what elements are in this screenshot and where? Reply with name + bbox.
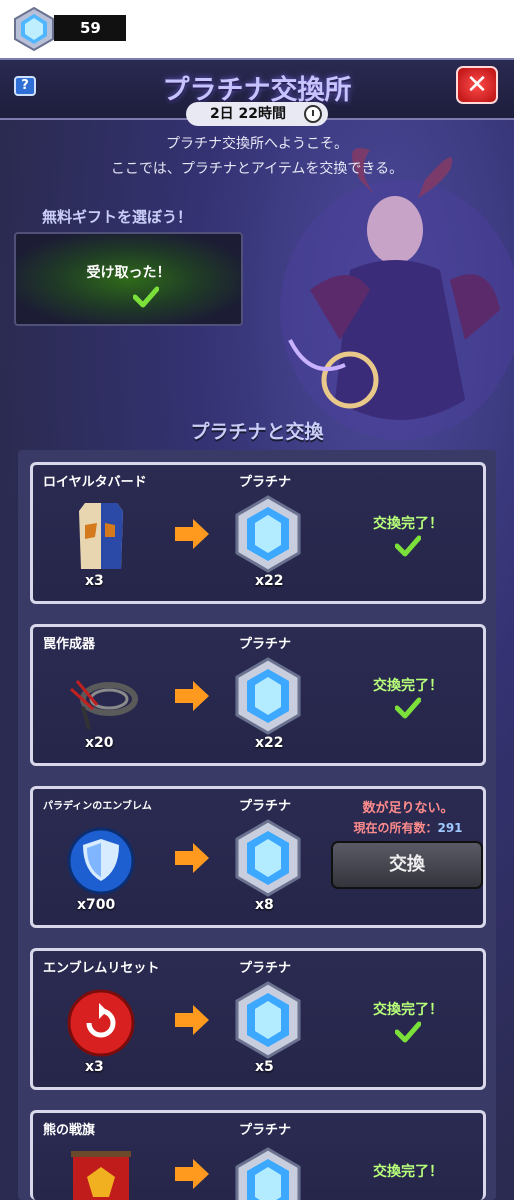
exchange-button[interactable]: 交換: [331, 841, 483, 889]
check-icon: [133, 286, 159, 308]
item-name: パラディンのエンブレム: [43, 801, 152, 812]
exchange-status: 交換完了！: [373, 1002, 443, 1018]
reward-name: プラチナ: [239, 637, 292, 652]
exchange-status: 交換完了！: [373, 1164, 443, 1180]
free-gift-label: 無料ギフトを選ぼう！: [42, 208, 193, 226]
welcome-line-1: プラチナ交換所へようこそ。: [166, 136, 348, 152]
check-icon: [395, 535, 421, 557]
trap-maker-icon: [69, 680, 138, 730]
item-name: 熊の戦旗: [43, 1123, 96, 1138]
section-title: プラチナと交換: [190, 421, 324, 443]
tabard-icon: [79, 503, 123, 569]
close-button[interactable]: ✕: [456, 66, 498, 104]
output-quantity: x22: [255, 573, 284, 589]
event-timer: 2日 22時間: [186, 102, 328, 126]
emblem-reset-icon: [67, 989, 135, 1057]
owned-value: 291: [437, 821, 463, 835]
bear-banner-icon: [71, 1151, 131, 1200]
arrow-right-icon: [175, 1005, 209, 1035]
hero-portrait: [280, 148, 514, 440]
input-quantity: x3: [85, 1059, 104, 1075]
output-quantity: x22: [255, 735, 284, 751]
output-quantity: x5: [255, 1059, 274, 1075]
clock-icon: [304, 105, 322, 123]
platinum-gem-icon: [235, 495, 301, 573]
arrow-right-icon: [175, 519, 209, 549]
check-icon: [395, 1021, 421, 1043]
exchange-row-bear-banner: 熊の戦旗 プラチナ 交換完了！: [30, 1110, 486, 1200]
platinum-gem-icon: [235, 981, 301, 1059]
free-gift-box[interactable]: 受け取った！: [14, 232, 243, 326]
reward-name: プラチナ: [239, 1123, 292, 1138]
exchange-row-paladin-emblem: パラディンのエンブレム プラチナ x700 x8 数が足りない。 現在の所有数：…: [30, 786, 486, 928]
timer-text: 2日 22時間: [209, 106, 287, 122]
item-name: ロイヤルタバード: [43, 475, 147, 490]
welcome-line-2: ここでは、プラチナとアイテムを交換できる。: [110, 161, 404, 177]
input-quantity: x3: [85, 573, 104, 589]
exchange-status: 交換完了！: [373, 516, 443, 532]
input-quantity: x700: [77, 897, 116, 913]
exchange-status: 交換完了！: [373, 678, 443, 694]
free-gift-status: 受け取った！: [86, 265, 171, 281]
exchange-row-emblem-reset: エンブレムリセット プラチナ x3 x5 交換完了！: [30, 948, 486, 1090]
item-name: 罠作成器: [43, 637, 96, 652]
platinum-gem-icon: [14, 6, 54, 52]
currency-bar: 59: [0, 0, 514, 58]
reward-name: プラチナ: [239, 961, 292, 976]
owned-label: 現在の所有数：: [353, 821, 438, 835]
exchange-row-trap-maker: 罠作成器 プラチナ x20 x22 交換完了！: [30, 624, 486, 766]
platinum-gem-icon: [235, 1147, 301, 1200]
platinum-gem-icon: [235, 657, 301, 735]
platinum-gem-icon: [235, 819, 301, 897]
input-quantity: x20: [85, 735, 114, 751]
output-quantity: x8: [255, 897, 274, 913]
arrow-right-icon: [175, 843, 209, 873]
reward-name: プラチナ: [239, 799, 292, 814]
item-name: エンブレムリセット: [43, 961, 160, 976]
paladin-emblem-icon: [67, 827, 135, 895]
check-icon: [395, 697, 421, 719]
arrow-right-icon: [175, 1159, 209, 1189]
platinum-count: 59: [54, 15, 126, 41]
reward-name: プラチナ: [239, 475, 292, 490]
welcome-text: プラチナ交換所へようこそ。 ここでは、プラチナとアイテムを交換できる。: [0, 132, 514, 182]
arrow-right-icon: [175, 681, 209, 711]
insufficient-warning: 数が足りない。: [362, 801, 454, 816]
owned-count: 現在の所有数：291: [333, 819, 483, 836]
exchange-row-tabard: ロイヤルタバード プラチナ x3 x22 交換完了！: [30, 462, 486, 604]
